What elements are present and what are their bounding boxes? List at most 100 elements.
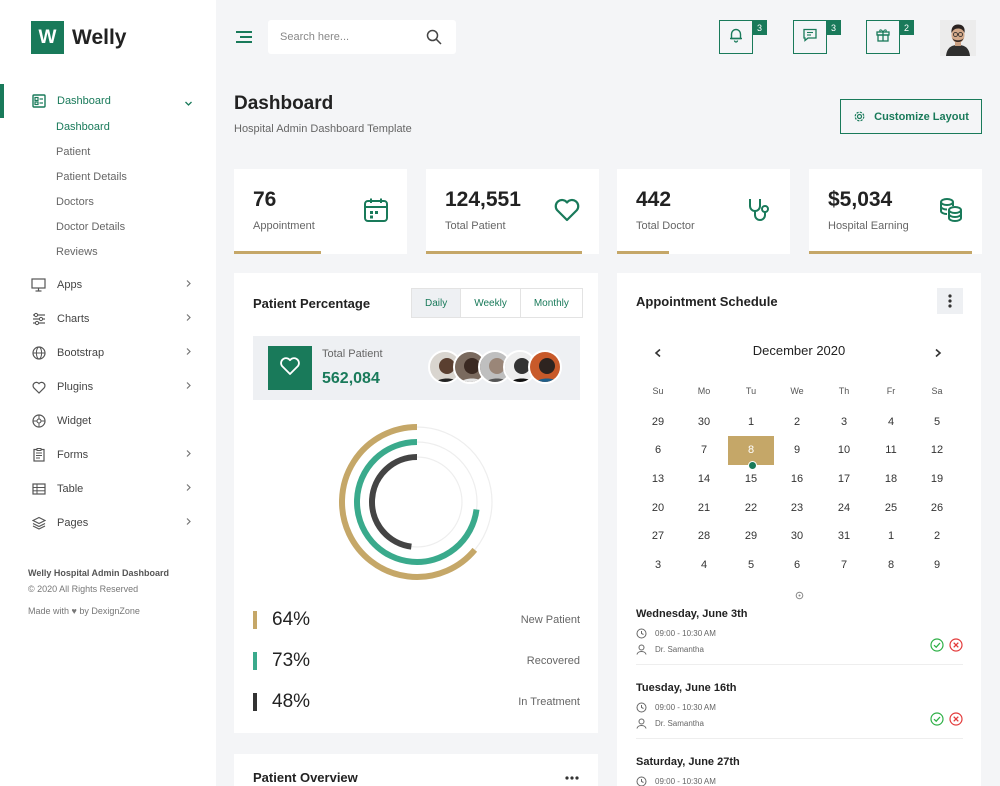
sidebar-item-plugins[interactable]: Plugins [0,370,216,404]
chevron-right-icon [184,517,193,529]
calendar-day[interactable]: 9 [774,436,820,465]
chevron-right-icon [184,313,193,325]
legend-marker [253,652,257,670]
submenu-item-dashboard[interactable]: Dashboard [0,114,216,139]
calendar-day[interactable]: 7 [681,436,727,465]
calendar-day[interactable]: 5 [728,551,774,580]
calendar-day[interactable]: 2 [774,407,820,436]
appointment-item[interactable]: Tuesday, June 16th 09:00 - 10:30 AM Dr. … [636,682,963,739]
accept-icon[interactable] [930,712,944,726]
appointment-item[interactable]: Saturday, June 27th 09:00 - 10:30 AM [636,756,963,786]
submenu-item-patient-details[interactable]: Patient Details [0,164,216,189]
calendar-day[interactable]: 1 [868,522,914,551]
calendar-day[interactable]: 29 [728,522,774,551]
appointment-doctor-row: Dr. Samantha [636,644,963,655]
submenu-item-doctor-details[interactable]: Doctor Details [0,214,216,239]
more-horizontal-icon[interactable] [559,765,585,786]
stat-card-total-doctor: 442 Total Doctor [617,169,790,254]
tab-daily[interactable]: Daily [412,289,461,317]
appointment-time-row: 09:00 - 10:30 AM [636,702,963,713]
calendar-day[interactable]: 26 [914,493,960,522]
user-icon [636,718,647,729]
calendar-day[interactable]: 25 [868,493,914,522]
total-patient-value: 562,084 [322,370,380,387]
calendar-day[interactable]: 29 [635,407,681,436]
notifications-button[interactable]: 3 [719,20,767,54]
user-avatar[interactable] [940,20,976,56]
calendar-day[interactable]: 18 [868,464,914,493]
calendar-day[interactable]: 24 [821,493,867,522]
calendar-day[interactable]: 6 [635,436,681,465]
reject-icon[interactable] [949,638,963,652]
calendar-day[interactable]: 5 [914,407,960,436]
sidebar-item-charts[interactable]: Charts [0,302,216,336]
calendar-day[interactable]: 30 [774,522,820,551]
calendar-day[interactable]: 1 [728,407,774,436]
search-input[interactable] [280,31,420,43]
calendar-day[interactable]: 19 [914,464,960,493]
calendar-day[interactable]: 6 [774,551,820,580]
brand-logo[interactable]: W Welly [31,21,126,54]
calendar-day[interactable]: 4 [681,551,727,580]
calendar-day[interactable]: 15 [728,464,774,493]
search-icon[interactable] [426,29,442,50]
calendar-day[interactable]: 7 [821,551,867,580]
calendar-day[interactable]: 14 [681,464,727,493]
submenu-item-patient[interactable]: Patient [0,139,216,164]
total-patient-label: Total Patient [322,348,383,360]
weekday-label: Sa [931,386,943,396]
calendar-day[interactable]: 3 [821,407,867,436]
sidebar-item-dashboard[interactable]: Dashboard [0,84,216,118]
appointment-date: Tuesday, June 16th [636,682,737,694]
tab-monthly[interactable]: Monthly [519,289,582,317]
calendar-day[interactable]: 10 [821,436,867,465]
calendar-day[interactable]: 12 [914,436,960,465]
calendar-day[interactable]: 31 [821,522,867,551]
sidebar-item-label: Bootstrap [57,347,105,359]
sidebar-item-label: Plugins [57,381,94,393]
sidebar-item-forms[interactable]: Forms [0,438,216,472]
calendar-day[interactable]: 9 [914,551,960,580]
legend-name: In Treatment [518,696,580,708]
calendar-day[interactable]: 21 [681,493,727,522]
sidebar-item-apps[interactable]: Apps [0,268,216,302]
calendar-day[interactable]: 11 [868,436,914,465]
calendar-day[interactable]: 8 [868,551,914,580]
sliders-icon [31,312,46,327]
page-subtitle: Hospital Admin Dashboard Template [234,123,412,135]
calendar-day[interactable]: 2 [914,522,960,551]
sidebar-item-pages[interactable]: Pages [0,506,216,540]
calendar-day[interactable]: 27 [635,522,681,551]
calendar-day[interactable]: 17 [821,464,867,493]
calendar-day[interactable]: 23 [774,493,820,522]
sidebar-item-widget[interactable]: Widget [0,404,216,438]
calendar-day[interactable]: 16 [774,464,820,493]
sidebar-item-bootstrap[interactable]: Bootstrap [0,336,216,370]
accept-icon[interactable] [930,638,944,652]
calendar-day[interactable]: 13 [635,464,681,493]
calendar-day[interactable]: 3 [635,551,681,580]
sidebar-item-label: Pages [57,517,89,529]
calendar-day[interactable]: 28 [681,522,727,551]
gifts-button[interactable]: 2 [866,20,914,54]
messages-button[interactable]: 3 [793,20,841,54]
stethoscope-icon [746,197,772,228]
customize-layout-button[interactable]: Customize Layout [840,99,982,134]
submenu-item-doctors[interactable]: Doctors [0,189,216,214]
chevron-right-icon [184,483,193,495]
calendar-day[interactable]: 4 [868,407,914,436]
calendar-day[interactable]: 8 [728,435,774,470]
patient-ring-chart [339,424,493,580]
tab-weekly[interactable]: Weekly [460,289,520,317]
calendar-next-icon[interactable] [933,345,943,363]
reject-icon[interactable] [949,712,963,726]
submenu-item-reviews[interactable]: Reviews [0,239,216,264]
calendar-day[interactable]: 20 [635,493,681,522]
sidebar-item-table[interactable]: Table [0,472,216,506]
calendar-day[interactable]: 22 [728,493,774,522]
more-vertical-icon[interactable] [937,288,963,314]
menu-toggle-icon[interactable] [235,30,253,49]
calendar-day[interactable]: 30 [681,407,727,436]
appointment-item[interactable]: Wednesday, June 3th 09:00 - 10:30 AM Dr.… [636,608,963,665]
calendar-expand-icon[interactable] [795,587,804,605]
